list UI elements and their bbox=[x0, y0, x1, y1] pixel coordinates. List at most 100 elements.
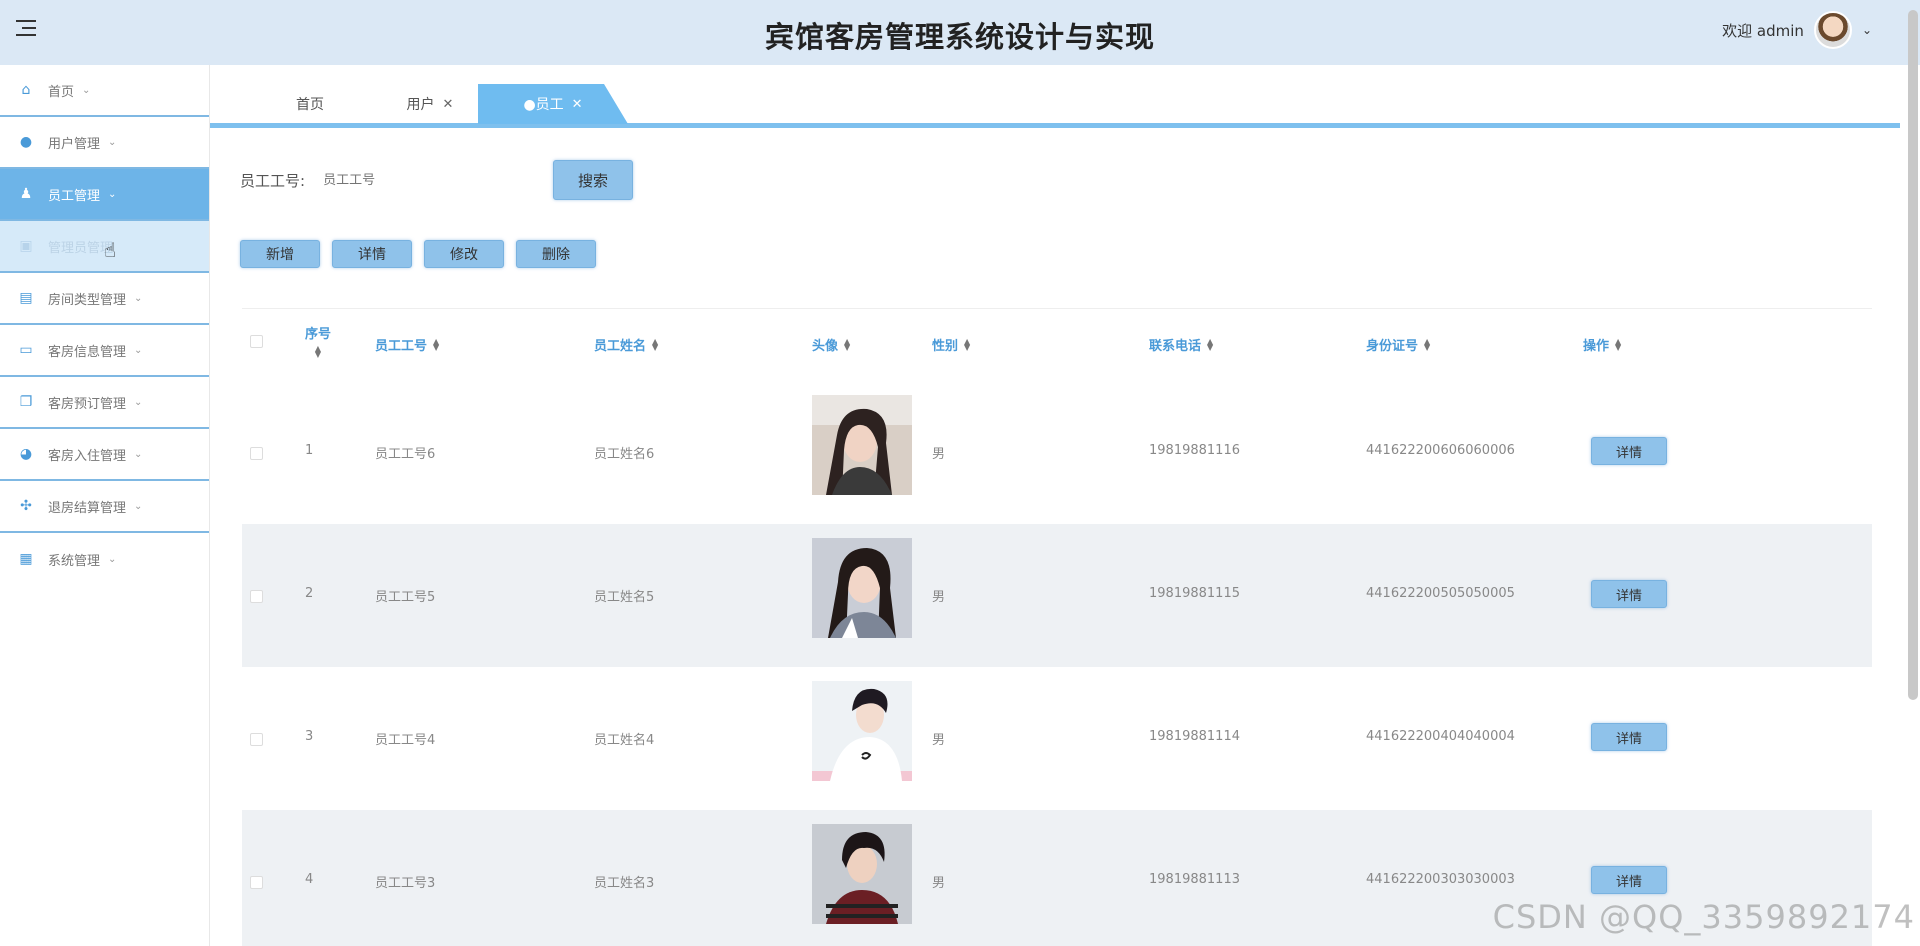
delete-button[interactable]: 删除 bbox=[516, 240, 596, 268]
table-row[interactable]: 1 员工工号6 员工姓名6 男 19819881116 441622200606… bbox=[242, 381, 1872, 524]
header-phone[interactable]: 联系电话 ▲ ▼ bbox=[1149, 335, 1213, 354]
sidebar-item-room-info[interactable]: ▭ 客房信息管理 ⌄ bbox=[0, 325, 209, 377]
table-row[interactable]: 3 员工工号4 员工姓名4 男 19819881114 441622200404… bbox=[242, 667, 1872, 810]
row-checkbox[interactable] bbox=[250, 876, 263, 889]
chevron-down-icon: ⌄ bbox=[134, 448, 143, 460]
row-detail-button[interactable]: 详情 bbox=[1591, 580, 1667, 608]
chevron-down-icon: ⌄ bbox=[108, 136, 117, 148]
avatar[interactable] bbox=[1813, 11, 1852, 49]
home-icon: ⌂ bbox=[21, 82, 31, 98]
search-button[interactable]: 搜索 bbox=[553, 160, 634, 200]
chevron-down-icon: ⌄ bbox=[108, 188, 117, 200]
sort-icon[interactable]: ▲ ▼ bbox=[964, 337, 970, 351]
close-icon[interactable]: ✕ bbox=[443, 97, 454, 112]
header-id-no[interactable]: 身份证号 ▲ ▼ bbox=[1366, 335, 1430, 354]
sort-icon[interactable]: ▲ ▼ bbox=[1207, 337, 1213, 351]
sidebar-item-label: 系统管理 bbox=[48, 553, 101, 569]
cell-emp-no: 员工工号6 bbox=[375, 447, 436, 462]
header-name[interactable]: 员工姓名 ▲ ▼ bbox=[594, 335, 658, 354]
header-avatar[interactable]: 头像 ▲ ▼ bbox=[812, 335, 850, 354]
sort-icon[interactable]: ▲ ▼ bbox=[1615, 337, 1621, 351]
cell-id-no: 441622200404040004 bbox=[1366, 729, 1515, 744]
chevron-down-icon[interactable]: ⌄ bbox=[1862, 23, 1872, 37]
chevron-down-icon: ⌄ bbox=[134, 396, 143, 408]
close-icon[interactable]: ✕ bbox=[572, 97, 583, 112]
employee-photo bbox=[812, 824, 912, 924]
cell-name: 员工姓名3 bbox=[594, 876, 655, 891]
header-actions[interactable]: 操作 ▲ ▼ bbox=[1583, 335, 1621, 354]
employee-table: 序号 ▲ ▼ 员工工号 ▲ ▼ 员工姓名 ▲ ▼ 头像 ▲ ▼ 性别 ▲ ▼ 联系电话 ▲… bbox=[242, 308, 1872, 946]
table-row[interactable]: 2 员工工号5 员工姓名5 男 19819881115 441622200505… bbox=[242, 524, 1872, 667]
sidebar-item-home[interactable]: ⌂ 首页 ⌄ bbox=[0, 65, 209, 117]
pie-icon: ◕ bbox=[19, 446, 33, 462]
sidebar-item-label: 客房信息管理 bbox=[48, 344, 127, 360]
add-button[interactable]: 新增 bbox=[240, 240, 320, 268]
sidebar-item-employees[interactable]: ♟ 员工管理 ⌄ bbox=[0, 169, 209, 221]
header-index[interactable]: 序号 ▲ ▼ bbox=[305, 323, 331, 359]
tab-users[interactable]: 用户 ✕ bbox=[365, 84, 495, 124]
cell-phone: 19819881114 bbox=[1149, 729, 1240, 744]
cell-emp-no: 员工工号4 bbox=[375, 733, 436, 748]
sidebar: ⌂ 首页 ⌄ ● 用户管理 ⌄ ♟ 员工管理 ⌄ ▣ 管理员管理 ▤ 房间类型管… bbox=[0, 65, 210, 946]
sidebar-item-label: 房间类型管理 bbox=[48, 292, 127, 308]
sort-icon[interactable]: ▲ ▼ bbox=[844, 337, 850, 351]
cell-id-no: 441622200303030003 bbox=[1366, 872, 1515, 887]
vertical-scrollbar[interactable] bbox=[1908, 10, 1918, 700]
table-header: 序号 ▲ ▼ 员工工号 ▲ ▼ 员工姓名 ▲ ▼ 头像 ▲ ▼ 性别 ▲ ▼ 联系电话 ▲… bbox=[242, 309, 1872, 381]
sidebar-item-system[interactable]: ▦ 系统管理 ⌄ bbox=[0, 533, 209, 585]
cell-index: 3 bbox=[305, 729, 314, 744]
row-detail-button[interactable]: 详情 bbox=[1591, 723, 1667, 751]
employee-photo bbox=[812, 395, 912, 495]
sort-icon[interactable]: ▲ ▼ bbox=[433, 337, 439, 351]
chevron-down-icon: ⌄ bbox=[134, 292, 143, 304]
cell-name: 员工姓名4 bbox=[594, 733, 655, 748]
cell-index: 4 bbox=[305, 872, 314, 887]
sidebar-item-label: 客房预订管理 bbox=[48, 396, 127, 412]
header-gender[interactable]: 性别 ▲ ▼ bbox=[932, 335, 970, 354]
sidebar-item-label: 首页 bbox=[48, 84, 75, 100]
row-checkbox[interactable] bbox=[250, 447, 263, 460]
sidebar-item-label: 员工管理 bbox=[48, 188, 101, 204]
tab-label: ●员工 bbox=[523, 97, 564, 113]
sidebar-item-users[interactable]: ● 用户管理 ⌄ bbox=[0, 117, 209, 169]
tab-label: 首页 bbox=[296, 97, 324, 113]
header-emp-no[interactable]: 员工工号 ▲ ▼ bbox=[375, 335, 439, 354]
search-bar: 员工工号: 搜索 bbox=[240, 160, 634, 200]
search-label: 员工工号: bbox=[240, 171, 306, 190]
cell-gender: 男 bbox=[932, 876, 946, 891]
grid-icon: ▦ bbox=[19, 551, 33, 567]
row-checkbox[interactable] bbox=[250, 733, 263, 746]
cell-index: 2 bbox=[305, 586, 314, 601]
sidebar-item-checkout[interactable]: ✣ 退房结算管理 ⌄ bbox=[0, 481, 209, 533]
person-icon: ♟ bbox=[19, 186, 33, 202]
cell-emp-no: 员工工号3 bbox=[375, 876, 436, 891]
sidebar-item-booking[interactable]: ❐ 客房预订管理 ⌄ bbox=[0, 377, 209, 429]
chevron-down-icon: ⌄ bbox=[82, 84, 91, 96]
tab-employees[interactable]: ●员工 ✕ bbox=[478, 84, 628, 124]
detail-button[interactable]: 详情 bbox=[332, 240, 412, 268]
cell-phone: 19819881116 bbox=[1149, 443, 1240, 458]
sidebar-item-checkin[interactable]: ◕ 客房入住管理 ⌄ bbox=[0, 429, 209, 481]
sort-icon[interactable]: ▲ ▼ bbox=[652, 337, 658, 351]
row-detail-button[interactable]: 详情 bbox=[1591, 866, 1667, 894]
employee-photo bbox=[812, 538, 912, 638]
tab-home[interactable]: 首页 bbox=[250, 84, 370, 124]
row-detail-button[interactable]: 详情 bbox=[1591, 437, 1667, 465]
select-all-checkbox[interactable] bbox=[250, 335, 263, 348]
search-input[interactable] bbox=[323, 164, 524, 196]
sidebar-item-room-types[interactable]: ▤ 房间类型管理 ⌄ bbox=[0, 273, 209, 325]
row-checkbox[interactable] bbox=[250, 590, 263, 603]
sort-icon[interactable]: ▲ ▼ bbox=[1424, 337, 1430, 351]
tab-bar: 首页 用户 ✕ ●员工 ✕ bbox=[210, 84, 1900, 128]
chevron-down-icon: ⌄ bbox=[134, 500, 143, 512]
cell-index: 1 bbox=[305, 443, 314, 458]
action-bar: 新增 详情 修改 删除 bbox=[240, 240, 596, 268]
sidebar-item-label: 用户管理 bbox=[48, 136, 101, 152]
sort-icon[interactable]: ▲ ▼ bbox=[315, 345, 321, 359]
edit-button[interactable]: 修改 bbox=[424, 240, 504, 268]
apps-icon: ✣ bbox=[20, 498, 32, 514]
employee-photo bbox=[812, 681, 912, 781]
cell-gender: 男 bbox=[932, 447, 946, 462]
user-menu[interactable]: 欢迎 admin ⌄ bbox=[1722, 10, 1872, 50]
watermark-text: CSDN @QQ_3359892174 bbox=[1492, 898, 1915, 936]
